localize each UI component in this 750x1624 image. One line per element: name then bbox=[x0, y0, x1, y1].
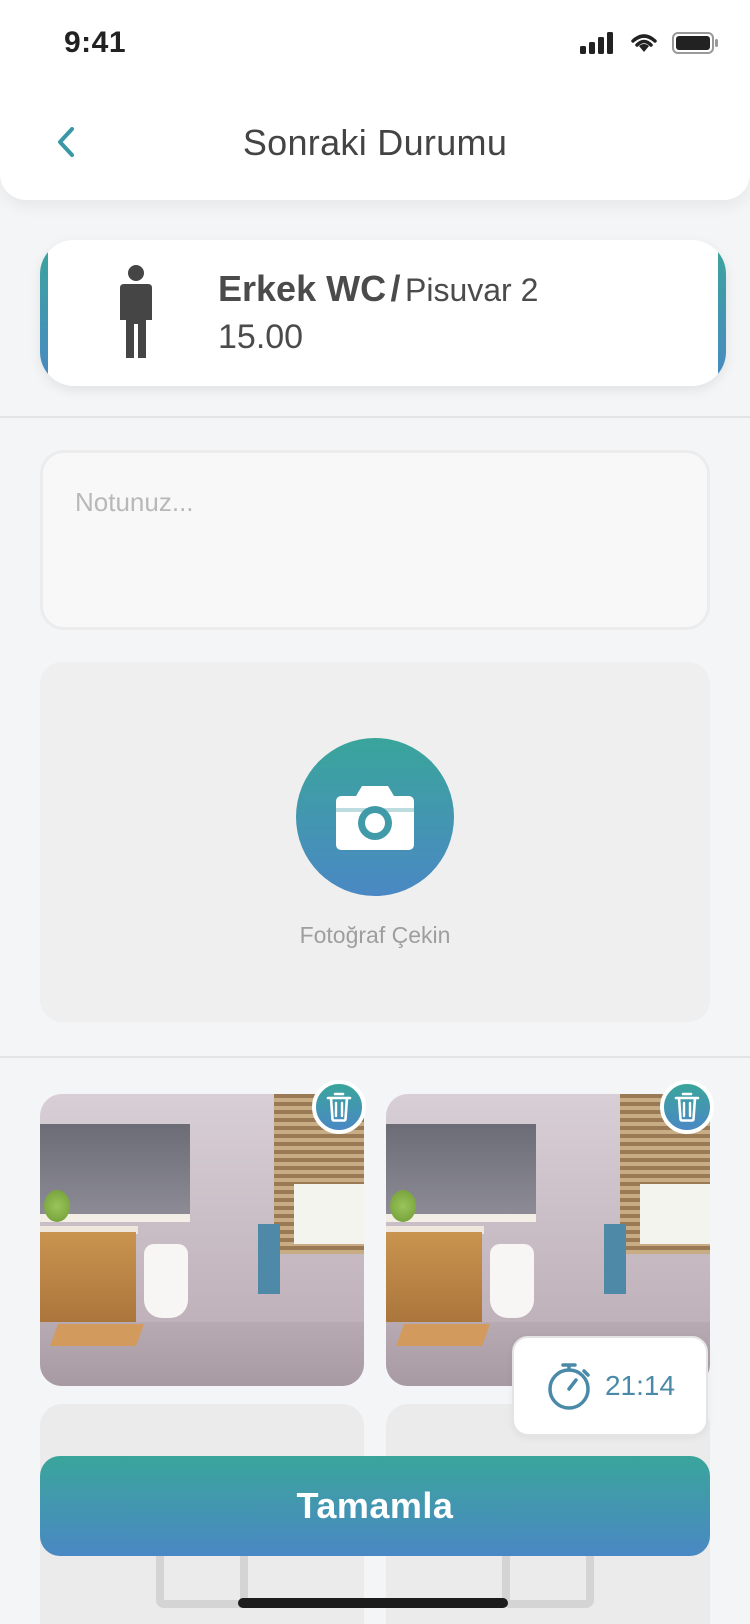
stopwatch-icon bbox=[548, 1363, 590, 1410]
wifi-icon bbox=[631, 34, 657, 52]
take-photo-button[interactable] bbox=[296, 738, 454, 896]
divider bbox=[0, 1056, 750, 1058]
delete-photo-button[interactable] bbox=[312, 1080, 366, 1134]
signal-icon bbox=[580, 32, 613, 54]
battery-icon bbox=[672, 32, 718, 54]
location-card: Erkek WC / Pisuvar 2 15.00 bbox=[40, 240, 726, 386]
card-body: Erkek WC / Pisuvar 2 15.00 bbox=[48, 240, 718, 386]
delete-photo-button[interactable] bbox=[660, 1080, 714, 1134]
card-accent-right bbox=[718, 240, 726, 386]
card-accent-left bbox=[40, 240, 48, 386]
trash-icon bbox=[326, 1092, 352, 1122]
home-indicator bbox=[238, 1598, 508, 1608]
photo-thumbnail[interactable] bbox=[40, 1094, 364, 1386]
location-name: Erkek WC / Pisuvar 2 bbox=[218, 268, 538, 310]
divider bbox=[0, 416, 750, 418]
status-bar: 9:41 bbox=[0, 0, 750, 92]
bathroom-photo bbox=[40, 1094, 364, 1386]
camera-icon bbox=[336, 786, 414, 850]
photo-capture-panel: Fotoğraf Çekin bbox=[40, 662, 710, 1022]
note-input[interactable] bbox=[40, 450, 710, 630]
complete-button[interactable]: Tamamla bbox=[40, 1456, 710, 1556]
page-title: Sonraki Durumu bbox=[242, 122, 508, 163]
status-time: 9:41 bbox=[64, 26, 127, 59]
person-icon bbox=[120, 265, 152, 358]
take-photo-label: Fotoğraf Çekin bbox=[299, 922, 451, 948]
timer-badge: 21:14 bbox=[512, 1336, 708, 1436]
location-time: 15.00 bbox=[218, 318, 304, 356]
location-separator: / bbox=[390, 268, 401, 309]
location-area: Erkek WC bbox=[218, 268, 387, 309]
timer-value: 21:14 bbox=[604, 1370, 676, 1401]
trash-icon bbox=[674, 1092, 700, 1122]
status-icons bbox=[580, 32, 718, 54]
location-unit: Pisuvar 2 bbox=[405, 272, 539, 308]
